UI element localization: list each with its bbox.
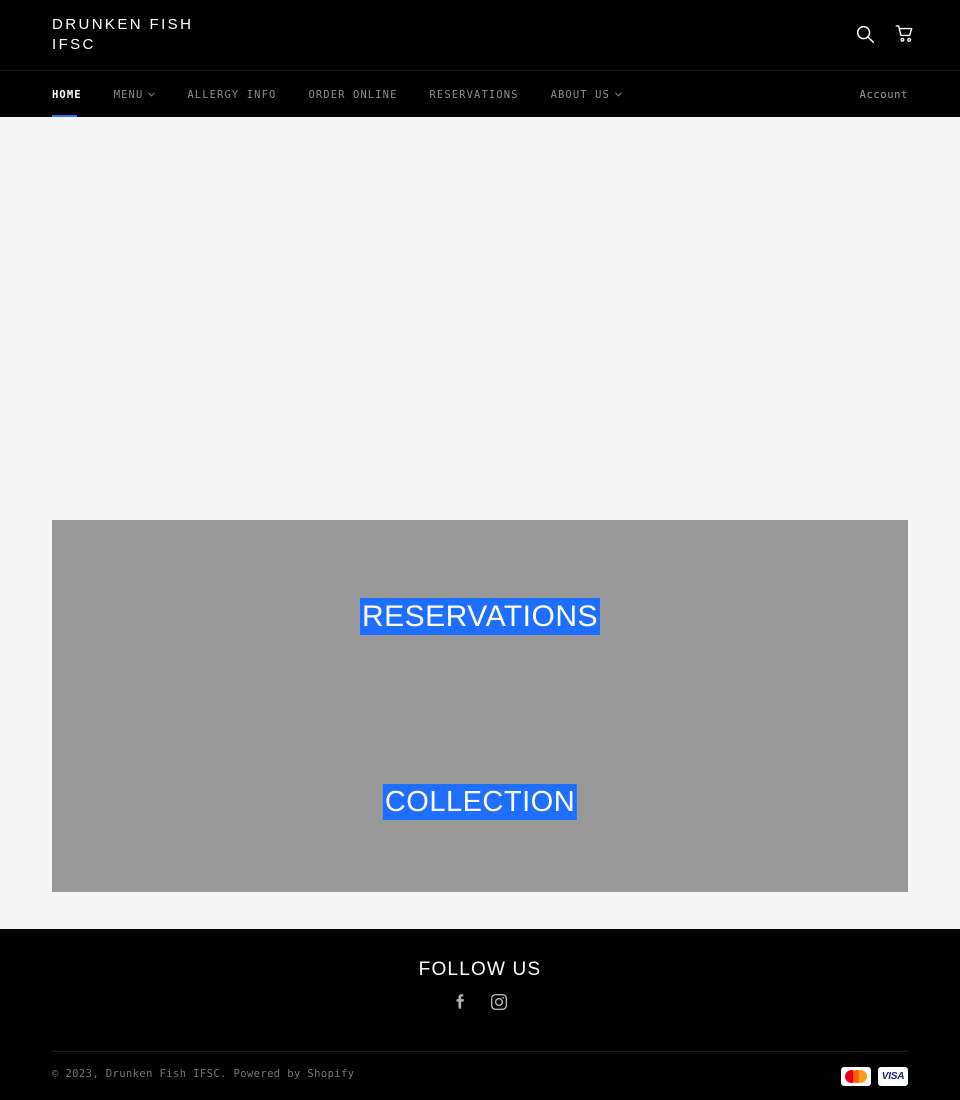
collection-overlay-label: COLLECTION [382,784,578,820]
nav-item-reservations[interactable]: Reservations [430,71,519,118]
reservations-overlay-link[interactable]: RESERVATIONS [359,598,601,636]
nav-item-menu[interactable]: Menu [114,71,156,118]
visa-label: VISA [881,1071,905,1082]
facebook-icon[interactable] [451,992,471,1012]
main-navigation: Home Menu Allergy Info Order Online Rese… [0,70,960,119]
collection-overlay-link[interactable]: COLLECTION [382,784,578,821]
mastercard-glyph [845,1070,867,1083]
shopify-link[interactable]: Shopify [307,1068,354,1080]
payment-methods: VISA [841,1067,908,1086]
visa-icon: VISA [878,1067,908,1086]
search-icon[interactable] [854,23,876,45]
copyright-prefix: © 2023, Drunken Fish IFSC. Powered by [52,1068,308,1080]
chevron-down-icon [615,91,622,98]
copyright-text: © 2023, Drunken Fish IFSC. Powered by Sh… [52,1068,354,1080]
account-link[interactable]: Account [860,71,908,118]
nav-label-home: Home [52,88,82,101]
cart-icon[interactable] [894,23,916,45]
site-footer: FOLLOW US © 2023, Drunken Fish IFSC. Pow… [0,929,960,1100]
nav-list: Home Menu Allergy Info Order Online Rese… [52,71,654,119]
site-logo[interactable]: DRUNKEN FISH IFSC [52,15,193,55]
site-header: DRUNKEN FISH IFSC [0,0,960,70]
nav-item-about-us[interactable]: About Us [551,71,622,118]
page-root: DRUNKEN FISH IFSC Home [0,0,960,1100]
nav-label-allergy-info: Allergy Info [187,88,277,101]
reservations-overlay-label: RESERVATIONS [359,598,601,635]
nav-label-reservations: Reservations [429,88,519,101]
follow-us-heading: FOLLOW US [418,959,542,980]
footer-divider [52,1051,908,1052]
instagram-icon[interactable] [489,992,509,1012]
nav-label-order-online: Order Online [308,88,398,101]
hero-media-block: RESERVATIONS COLLECTION [52,520,908,892]
chevron-down-icon [148,91,156,98]
nav-item-order-online[interactable]: Order Online [308,71,397,118]
nav-label-menu: Menu [113,88,144,101]
mastercard-icon [841,1067,871,1086]
nav-label-about-us: About Us [550,88,610,101]
header-icon-group [854,23,916,45]
social-links [0,992,960,1012]
main-content: RESERVATIONS COLLECTION [0,117,960,929]
nav-item-home[interactable]: Home [52,71,82,119]
nav-item-allergy-info[interactable]: Allergy Info [187,71,276,118]
